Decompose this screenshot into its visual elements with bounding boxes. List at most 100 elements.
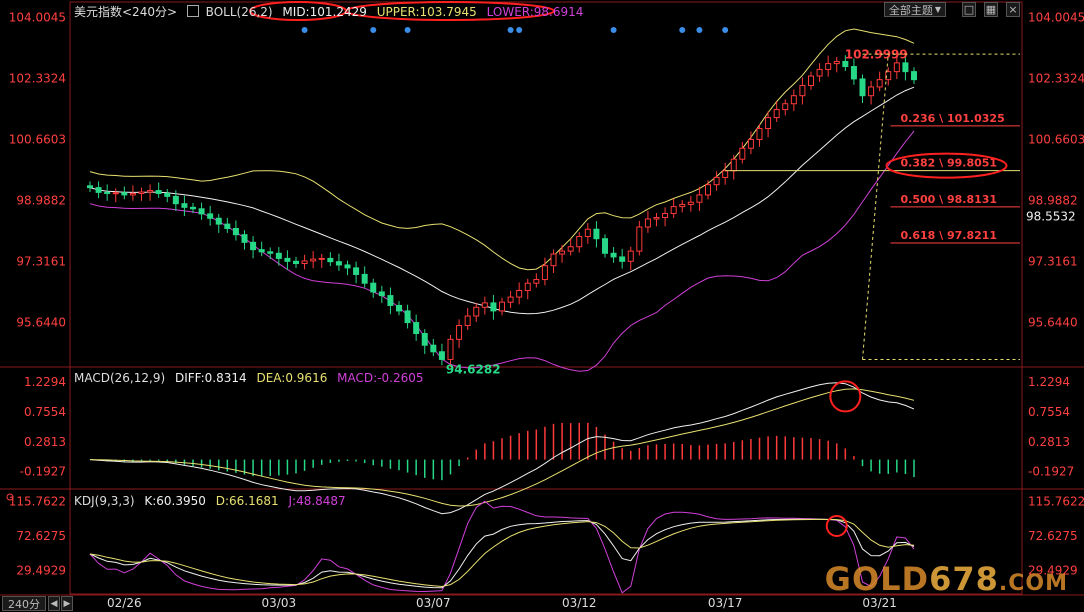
- signal-dot: [301, 27, 308, 33]
- candle-body: [911, 71, 917, 81]
- fib-label-3: 0.618 \ 97.8211: [901, 229, 998, 242]
- y-tick-right: 95.6440: [1028, 315, 1078, 329]
- candle-body: [790, 95, 797, 105]
- boll-upper: UPPER:103.7945: [376, 5, 477, 19]
- y-tick-left: 98.9882: [16, 193, 66, 207]
- macd-y-tick-left: 1.2294: [24, 375, 66, 389]
- candle-body: [490, 302, 497, 312]
- candle-body: [610, 252, 617, 258]
- candle-body: [224, 223, 231, 229]
- boll-icon: [186, 5, 199, 17]
- signal-dot: [404, 27, 411, 33]
- candle-body: [876, 79, 883, 88]
- chart-window: 104.0045 104.0045 102.3324 102.3324 100.6603…: [0, 0, 1084, 612]
- chart-canvas[interactable]: 104.0045 104.0045 102.3324 102.3324 100.6603…: [0, 0, 1084, 612]
- boll-lower: LOWER:98.6914: [486, 5, 584, 19]
- last-price-label: 98.5532: [1026, 209, 1076, 223]
- candle-body: [756, 128, 763, 140]
- candle-body: [868, 86, 875, 97]
- candle-body: [172, 195, 179, 205]
- signal-dot: [696, 27, 703, 33]
- candle-body: [95, 187, 102, 193]
- candle-body: [808, 75, 814, 86]
- period-selector[interactable]: 240分: [2, 596, 46, 611]
- boll-mid: MID:101.2429: [282, 5, 367, 19]
- kdj-j: J:48.8487: [288, 494, 346, 508]
- candle-body: [696, 194, 703, 203]
- candle-body: [121, 192, 128, 196]
- x-tick-label: 03/03: [262, 596, 297, 610]
- candle-body: [550, 253, 557, 267]
- macd-y-tick-right: 1.2294: [1028, 375, 1070, 389]
- y-tick-left: 102.3324: [9, 71, 66, 85]
- candle-body: [327, 257, 334, 263]
- macd-y-tick-left: 0.7554: [24, 405, 66, 419]
- watermark-digits: 678: [929, 560, 999, 598]
- macd-y-tick-right: -0.1927: [1028, 465, 1074, 479]
- watermark-prefix: GOLD: [824, 560, 930, 598]
- candle-body: [765, 117, 772, 130]
- boll-upper-line: [89, 28, 915, 271]
- candle-body: [438, 351, 445, 360]
- fib-label-1: 0.382 \ 99.8051: [901, 157, 998, 170]
- candle-body: [87, 185, 93, 189]
- candle-body: [318, 257, 325, 260]
- scroll-right-icon[interactable]: ▶: [61, 596, 73, 611]
- candle-body: [644, 218, 651, 228]
- panel-icon[interactable]: □: [962, 2, 976, 17]
- candle-body: [198, 208, 205, 215]
- candle-body: [541, 265, 548, 281]
- candle-body: [747, 138, 754, 149]
- candle-body: [782, 103, 789, 111]
- candle-body: [816, 68, 823, 77]
- kdj-header: KDJ(9,3,3) K:60.3950 D:66.1681 J:48.8487: [74, 494, 352, 508]
- close-icon[interactable]: ×: [1006, 2, 1020, 17]
- candle-body: [516, 289, 523, 298]
- macd-dea: DEA:0.9616: [256, 371, 328, 385]
- candle-body: [559, 250, 566, 255]
- scroll-left-icon[interactable]: ◀: [48, 596, 60, 611]
- candle-body: [250, 241, 257, 251]
- candle-body: [893, 62, 900, 73]
- candle-body: [430, 344, 437, 353]
- candle-body: [670, 206, 677, 215]
- kdj-y-tick-right: 115.7622: [1028, 494, 1084, 508]
- candle-body: [361, 273, 368, 284]
- candle-body: [293, 260, 299, 265]
- candle-body: [859, 78, 866, 97]
- candle-body: [207, 213, 214, 219]
- candle-body: [456, 325, 463, 340]
- candle-body: [576, 236, 583, 248]
- y-tick-right: 100.6603: [1028, 132, 1084, 146]
- candle-body: [164, 192, 171, 197]
- signal-dot: [610, 27, 617, 33]
- candle-body: [773, 109, 780, 119]
- chevron-down-icon: ▼: [934, 5, 942, 14]
- candle-body: [799, 84, 806, 97]
- candle-body: [584, 228, 591, 238]
- candle-body: [413, 322, 420, 335]
- watermark-logo: GOLD678.COM: [825, 560, 1068, 598]
- theme-label: 全部主题: [888, 3, 933, 17]
- theme-dropdown[interactable]: 全部主题 ▼: [884, 2, 946, 17]
- candle-body: [636, 226, 643, 252]
- candle-body: [181, 203, 188, 208]
- macd-value: MACD:-0.2605: [337, 371, 424, 385]
- candle-body: [705, 184, 711, 196]
- candle-body: [138, 191, 145, 194]
- candle-body: [387, 295, 394, 306]
- y-tick-right: 97.3161: [1028, 254, 1078, 268]
- boll-lower-line: [89, 130, 915, 372]
- grid-icon[interactable]: ▦: [984, 2, 998, 17]
- boll-name: BOLL(26,2): [205, 5, 273, 19]
- candle-body: [190, 206, 196, 210]
- macd-name: MACD(26,12,9): [74, 371, 166, 385]
- candle-body: [396, 304, 402, 312]
- signal-dot: [370, 27, 377, 33]
- period-label: 240分: [8, 597, 40, 611]
- candle-body: [481, 302, 488, 308]
- candle-body: [129, 192, 136, 196]
- macd-diff: DIFF:0.8314: [174, 371, 247, 385]
- candle-body: [593, 228, 600, 240]
- kdj-y-tick-right: 72.6275: [1028, 529, 1078, 543]
